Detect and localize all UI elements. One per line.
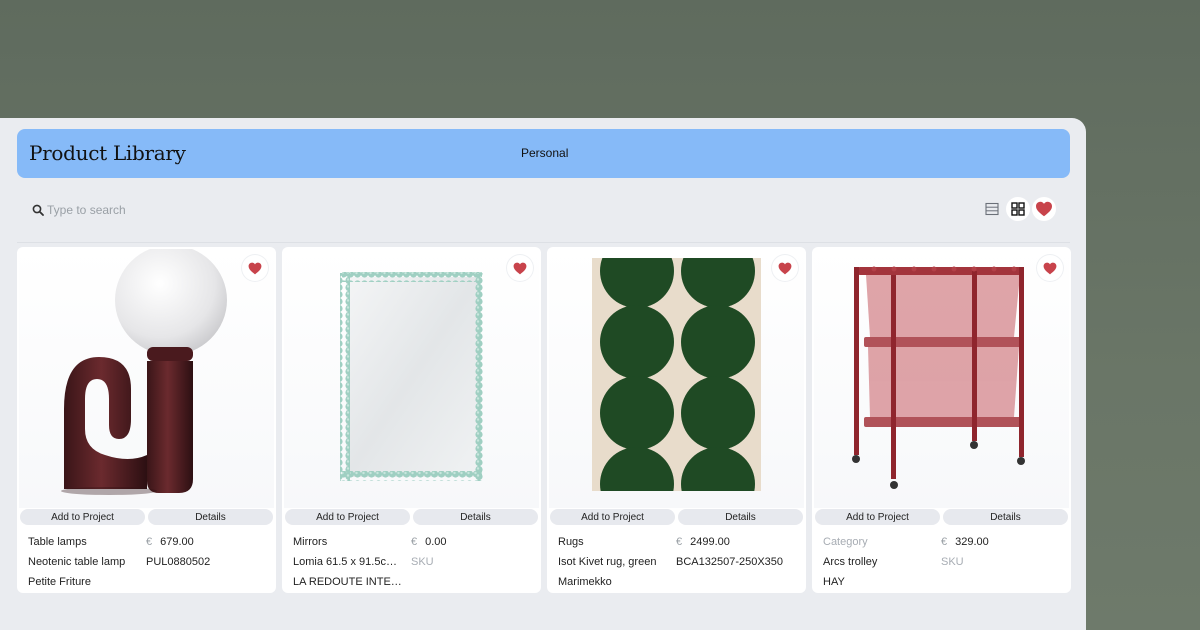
heart-icon bbox=[1043, 262, 1057, 274]
product-meta: Mirrors €0.00 Lomia 61.5 x 91.5cm L... S… bbox=[293, 532, 533, 592]
search-bar[interactable] bbox=[32, 202, 247, 218]
list-view-icon bbox=[985, 202, 999, 216]
product-category: Mirrors bbox=[293, 536, 328, 548]
add-to-project-button[interactable]: Add to Project bbox=[285, 509, 410, 525]
product-name: Lomia 61.5 x 91.5cm L... bbox=[293, 556, 411, 568]
product-category: Table lamps bbox=[28, 536, 87, 548]
view-toggles bbox=[980, 197, 1056, 221]
search-icon bbox=[32, 204, 44, 216]
heart-filter-icon bbox=[1036, 201, 1052, 217]
page-title: Product Library bbox=[29, 141, 186, 165]
product-brand: LA REDOUTE INTERIE... bbox=[293, 576, 411, 588]
list-view-button[interactable] bbox=[980, 197, 1004, 221]
product-image bbox=[814, 249, 1069, 508]
product-brand: Marimekko bbox=[558, 576, 612, 588]
product-name: Isot Kivet rug, green bbox=[558, 556, 657, 568]
details-button[interactable]: Details bbox=[678, 509, 803, 525]
product-card[interactable]: Add to Project Details Table lamps €679.… bbox=[17, 247, 276, 593]
product-meta: Table lamps €679.00 Neotenic table lamp … bbox=[28, 532, 268, 592]
grid-view-button[interactable] bbox=[1006, 197, 1030, 221]
product-price: 679.00 bbox=[160, 536, 194, 548]
product-brand: HAY bbox=[823, 576, 845, 588]
currency-symbol: € bbox=[146, 536, 153, 548]
product-category: Rugs bbox=[558, 536, 584, 548]
heart-icon bbox=[778, 262, 792, 274]
table-lamp-image bbox=[61, 249, 227, 495]
product-sku: BCA132507-250X350 bbox=[676, 556, 784, 568]
product-card[interactable]: Add to Project Details Rugs €2499.00 Iso… bbox=[547, 247, 806, 593]
heart-icon bbox=[248, 262, 262, 274]
product-brand: Petite Friture bbox=[28, 576, 91, 588]
product-sku: SKU bbox=[411, 556, 434, 568]
product-image bbox=[284, 249, 539, 508]
product-image bbox=[549, 249, 804, 508]
details-button[interactable]: Details bbox=[943, 509, 1068, 525]
add-to-project-button[interactable]: Add to Project bbox=[20, 509, 145, 525]
rug-image bbox=[592, 258, 761, 491]
favorite-toggle[interactable] bbox=[242, 255, 268, 281]
heart-icon bbox=[513, 262, 527, 274]
product-library-window: Product Library Personal Type to search … bbox=[0, 118, 1086, 630]
details-button[interactable]: Details bbox=[148, 509, 273, 525]
product-card[interactable]: Add to Project Details Category €329.00 … bbox=[812, 247, 1071, 593]
mirror-image bbox=[340, 272, 484, 481]
grid-view-icon bbox=[1011, 202, 1025, 216]
product-image bbox=[19, 249, 274, 508]
currency-symbol: € bbox=[941, 536, 948, 548]
currency-symbol: € bbox=[676, 536, 683, 548]
app-header: Product Library Personal bbox=[17, 129, 1070, 178]
product-card[interactable]: Add to Project Details Mirrors €0.00 Lom… bbox=[282, 247, 541, 593]
add-to-project-button[interactable]: Add to Project bbox=[550, 509, 675, 525]
favorite-toggle[interactable] bbox=[1037, 255, 1063, 281]
product-grid: Add to Project Details Table lamps €679.… bbox=[17, 247, 1071, 593]
product-category: Category bbox=[823, 536, 868, 548]
product-price: 329.00 bbox=[955, 536, 989, 548]
product-price: 0.00 bbox=[425, 536, 447, 548]
favorite-toggle[interactable] bbox=[507, 255, 533, 281]
favorite-toggle[interactable] bbox=[772, 255, 798, 281]
product-meta: Category €329.00 Arcs trolley SKU HAY bbox=[823, 532, 1063, 592]
favorites-filter-button[interactable] bbox=[1032, 197, 1056, 221]
currency-symbol: € bbox=[411, 536, 418, 548]
product-price: 2499.00 bbox=[690, 536, 730, 548]
product-sku: SKU bbox=[941, 556, 964, 568]
details-button[interactable]: Details bbox=[413, 509, 538, 525]
library-mode-label[interactable]: Personal bbox=[521, 146, 568, 160]
toolbar-divider bbox=[17, 242, 1070, 243]
add-to-project-button[interactable]: Add to Project bbox=[815, 509, 940, 525]
search-input[interactable] bbox=[47, 203, 247, 217]
product-name: Arcs trolley bbox=[823, 556, 878, 568]
trolley-image bbox=[852, 266, 1025, 489]
product-name: Neotenic table lamp bbox=[28, 556, 126, 568]
product-sku: PUL0880502 bbox=[146, 556, 211, 568]
product-meta: Rugs €2499.00 Isot Kivet rug, green BCA1… bbox=[558, 532, 798, 592]
